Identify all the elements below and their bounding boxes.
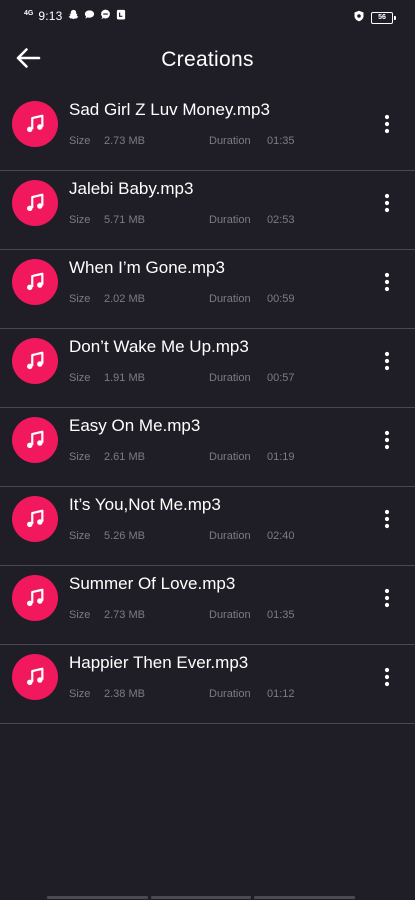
duration-label: Duration: [209, 135, 251, 147]
size-value: 5.26 MB: [104, 530, 145, 542]
more-options-icon[interactable]: [375, 268, 399, 296]
music-note-icon: [12, 259, 58, 305]
song-item[interactable]: Summer Of Love.mp3 Size 2.73 MB Duration…: [0, 566, 415, 645]
size-value: 2.73 MB: [104, 609, 145, 621]
status-time: 9:13: [38, 9, 63, 23]
size-value: 2.61 MB: [104, 451, 145, 463]
duration-label: Duration: [209, 530, 251, 542]
nav-segment: [254, 896, 356, 899]
snapchat-icon: [67, 9, 79, 23]
size-label: Size: [69, 609, 91, 621]
duration-value: 00:57: [267, 372, 295, 384]
system-navigation-bar: [47, 896, 356, 900]
song-item[interactable]: Easy On Me.mp3 Size 2.61 MB Duration 01:…: [0, 408, 415, 487]
size-label: Size: [69, 135, 91, 147]
duration-value: 01:12: [267, 688, 295, 700]
duration-label: Duration: [209, 688, 251, 700]
music-note-icon: [12, 180, 58, 226]
music-note-icon: [12, 417, 58, 463]
music-note-icon: [12, 101, 58, 147]
song-item[interactable]: When I’m Gone.mp3 Size 2.02 MB Duration …: [0, 250, 415, 329]
nav-segment: [150, 896, 252, 899]
music-note-icon: [12, 654, 58, 700]
size-value: 1.91 MB: [104, 372, 145, 384]
song-list: Sad Girl Z Luv Money.mp3 Size 2.73 MB Du…: [0, 92, 415, 724]
music-note-icon: [12, 338, 58, 384]
bag-icon: [116, 9, 126, 23]
size-value: 2.38 MB: [104, 688, 145, 700]
duration-value: 01:35: [267, 609, 295, 621]
music-note-icon: [12, 496, 58, 542]
song-title: Jalebi Baby.mp3: [69, 179, 194, 198]
size-value: 2.73 MB: [104, 135, 145, 147]
status-left: 4G 9:13: [24, 9, 126, 23]
shield-icon: [353, 9, 365, 27]
more-options-icon[interactable]: [375, 110, 399, 138]
more-options-icon[interactable]: [375, 347, 399, 375]
app-header: Creations: [0, 34, 415, 90]
more-options-icon[interactable]: [375, 426, 399, 454]
duration-value: 02:40: [267, 530, 295, 542]
size-value: 5.71 MB: [104, 214, 145, 226]
song-title: Happier Then Ever.mp3: [69, 653, 249, 672]
song-title: Don’t Wake Me Up.mp3: [69, 337, 249, 356]
song-title: Easy On Me.mp3: [69, 416, 201, 435]
duration-label: Duration: [209, 293, 251, 305]
size-label: Size: [69, 293, 91, 305]
status-bar: 4G 9:13 56: [0, 0, 415, 34]
status-right: 56: [353, 9, 396, 27]
page-title: Creations: [161, 48, 254, 71]
more-options-icon[interactable]: [375, 584, 399, 612]
song-title: Sad Girl Z Luv Money.mp3: [69, 100, 270, 119]
size-label: Size: [69, 530, 91, 542]
duration-label: Duration: [209, 609, 251, 621]
chat-bubble-icon: [84, 9, 95, 23]
duration-value: 01:35: [267, 135, 295, 147]
duration-value: 01:19: [267, 451, 295, 463]
size-value: 2.02 MB: [104, 293, 145, 305]
more-options-icon[interactable]: [375, 505, 399, 533]
song-title: Summer Of Love.mp3: [69, 574, 236, 593]
song-item[interactable]: Jalebi Baby.mp3 Size 5.71 MB Duration 02…: [0, 171, 415, 250]
size-label: Size: [69, 688, 91, 700]
song-item[interactable]: It’s You,Not Me.mp3 Size 5.26 MB Duratio…: [0, 487, 415, 566]
duration-label: Duration: [209, 451, 251, 463]
song-title: It’s You,Not Me.mp3: [69, 495, 221, 514]
message-icon: [100, 9, 111, 23]
size-label: Size: [69, 372, 91, 384]
music-note-icon: [12, 575, 58, 621]
nav-segment: [47, 896, 148, 899]
song-item[interactable]: Don’t Wake Me Up.mp3 Size 1.91 MB Durati…: [0, 329, 415, 408]
duration-label: Duration: [209, 214, 251, 226]
song-title: When I’m Gone.mp3: [69, 258, 225, 277]
duration-label: Duration: [209, 372, 251, 384]
battery-indicator: 56: [371, 12, 396, 24]
more-options-icon[interactable]: [375, 663, 399, 691]
more-options-icon[interactable]: [375, 189, 399, 217]
song-item[interactable]: Sad Girl Z Luv Money.mp3 Size 2.73 MB Du…: [0, 92, 415, 171]
size-label: Size: [69, 214, 91, 226]
duration-value: 02:53: [267, 214, 295, 226]
size-label: Size: [69, 451, 91, 463]
network-indicator: 4G: [24, 9, 34, 17]
song-item[interactable]: Happier Then Ever.mp3 Size 2.38 MB Durat…: [0, 645, 415, 724]
duration-value: 00:59: [267, 293, 295, 305]
